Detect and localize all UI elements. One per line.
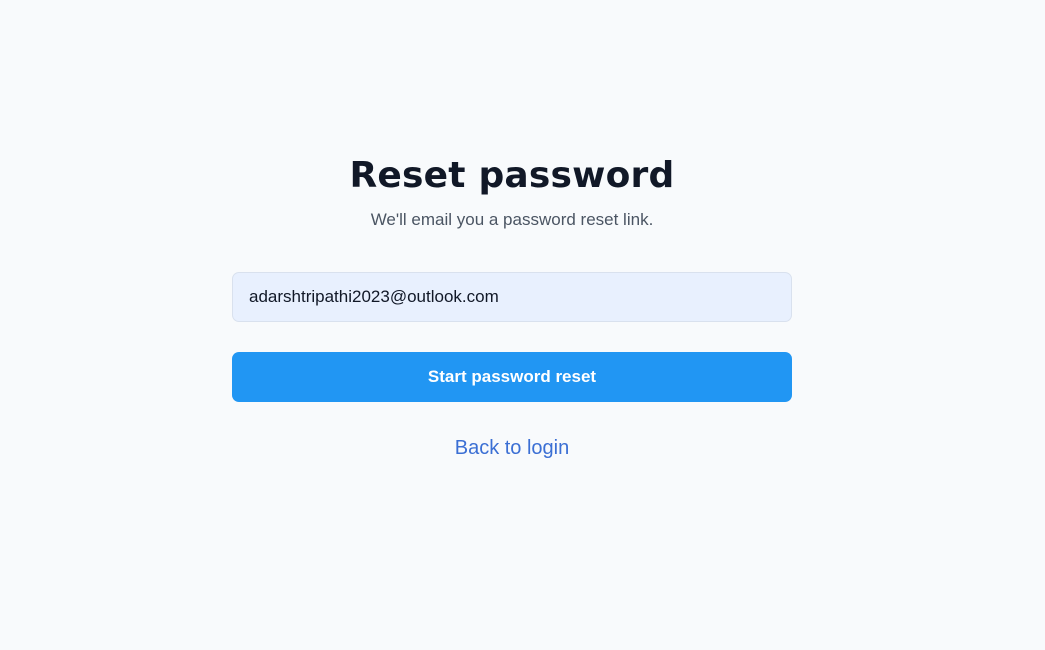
reset-password-card: Reset password We'll email you a passwor… bbox=[232, 150, 792, 461]
reset-password-page: Reset password We'll email you a passwor… bbox=[0, 0, 1045, 650]
email-field[interactable] bbox=[232, 272, 792, 322]
page-title: Reset password bbox=[349, 155, 675, 196]
page-subtitle: We'll email you a password reset link. bbox=[370, 210, 654, 229]
start-password-reset-button[interactable]: Start password reset bbox=[232, 352, 792, 402]
back-to-login-link[interactable]: Back to login bbox=[232, 435, 792, 461]
